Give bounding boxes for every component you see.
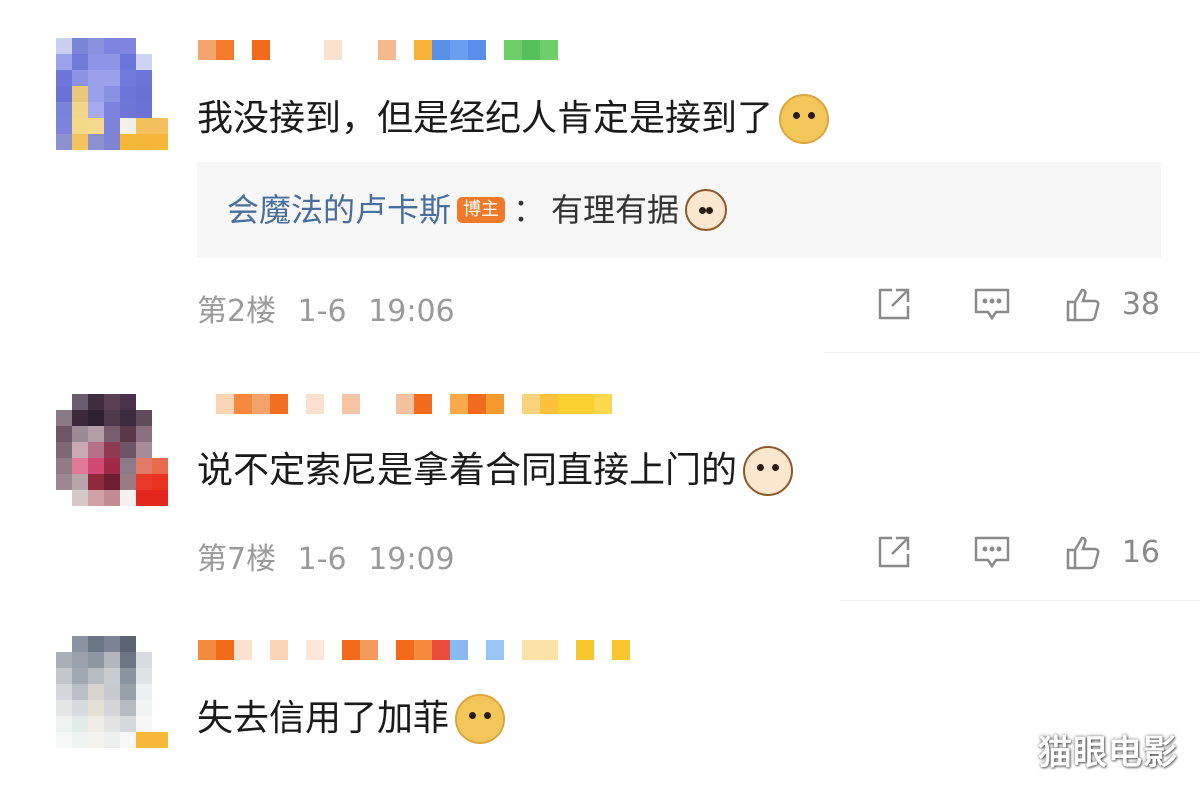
cat-emoji-icon — [685, 189, 728, 231]
comment-time: 19:09 — [368, 542, 455, 577]
author-badge: 博主 — [457, 197, 506, 223]
floor-number: 第2楼 — [197, 294, 277, 329]
reply-text: 有理有据 — [551, 191, 680, 229]
comment-text: 说不定索尼是拿着合同直接上门的 — [197, 446, 794, 496]
like-count: 38 — [1121, 286, 1160, 322]
cat-emoji-icon — [743, 446, 794, 496]
comment-meta: 第7楼 1-6 19:09 — [197, 534, 455, 578]
comment-meta: 第2楼 1-6 19:06 — [197, 286, 455, 330]
reply-username[interactable]: 会魔法的卢卡斯 — [227, 186, 451, 234]
thumbs-up-icon[interactable] — [1064, 532, 1104, 572]
share-icon[interactable] — [874, 284, 914, 324]
doge-emoji-icon — [779, 94, 830, 144]
avatar[interactable] — [56, 38, 168, 150]
username-blurred[interactable] — [198, 640, 630, 680]
username-blurred[interactable] — [198, 40, 558, 80]
comment-icon[interactable] — [972, 284, 1012, 324]
thumbs-up-icon[interactable] — [1064, 284, 1104, 324]
username-blurred[interactable] — [198, 394, 612, 434]
avatar[interactable] — [56, 636, 168, 748]
reply-separator: ： — [513, 191, 546, 229]
author-reply[interactable]: 会魔法的卢卡斯 博主 ： 有理有据 — [197, 162, 1161, 258]
comment-date: 1-6 — [297, 294, 347, 329]
divider — [840, 600, 1200, 601]
comment-actions: 38 — [874, 284, 1160, 324]
comment-text: 失去信用了加菲 — [197, 694, 506, 744]
comment-actions: 16 — [874, 532, 1160, 572]
avatar[interactable] — [56, 394, 168, 506]
comment-text: 我没接到，但是经纪人肯定是接到了 — [197, 94, 830, 144]
comment-date: 1-6 — [297, 542, 347, 577]
watermark: 猫眼电影 — [1038, 733, 1178, 773]
divider — [824, 352, 1200, 353]
share-icon[interactable] — [874, 532, 914, 572]
floor-number: 第7楼 — [197, 542, 277, 577]
doge-emoji-icon — [455, 694, 506, 744]
comment-time: 19:06 — [368, 294, 455, 329]
comment-icon[interactable] — [972, 532, 1012, 572]
like-count: 16 — [1121, 534, 1160, 570]
